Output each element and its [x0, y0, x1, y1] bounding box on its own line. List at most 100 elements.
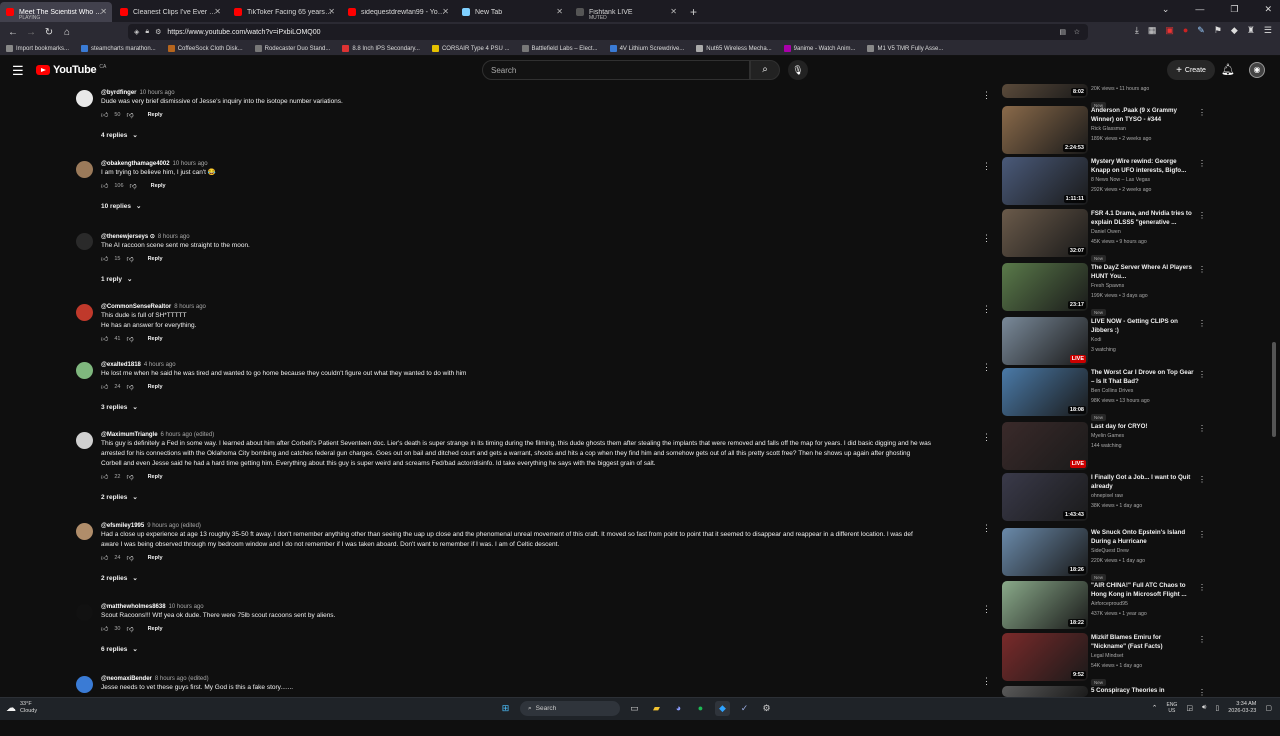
comment-author[interactable]: @neomaxiBender — [101, 676, 152, 682]
extensions-icon[interactable]: ▦ — [1148, 25, 1157, 36]
view-replies-button[interactable]: 6 replies ⌄ — [101, 645, 996, 654]
comment-more-icon[interactable]: ⋮ — [982, 233, 991, 244]
browser-tab[interactable]: New Tab ✕ — [456, 2, 568, 22]
comment-author[interactable]: @MaximumTriangle — [101, 432, 158, 438]
tab-close-icon[interactable]: ✕ — [328, 7, 335, 16]
video-more-icon[interactable]: ⋮ — [1198, 530, 1206, 539]
bookmark-item[interactable]: CoffeeSock Cloth Disk... — [167, 45, 243, 52]
video-channel[interactable]: SideQuest Drew — [1091, 546, 1195, 556]
app-icon[interactable]: ◆ — [715, 701, 730, 716]
view-replies-button[interactable]: 4 replies ⌄ — [101, 131, 996, 140]
video-more-icon[interactable]: ⋮ — [1198, 688, 1206, 697]
recommended-video[interactable]: 18:26 We Snuck Onto Epstein's Island Duri… — [1002, 528, 1208, 581]
video-channel[interactable]: Myelin Games — [1091, 431, 1195, 441]
thumbs-down-icon[interactable]: 👎︎ — [130, 181, 137, 190]
comment-time[interactable]: 4 hours ago — [144, 362, 176, 368]
view-replies-button[interactable]: 3 replies ⌄ — [101, 403, 996, 412]
view-replies-button[interactable]: 2 replies ⌄ — [101, 493, 996, 502]
settings-gear-icon[interactable]: ⚙ — [759, 701, 774, 716]
commenter-avatar[interactable] — [76, 604, 93, 621]
bookmark-item[interactable]: 4V Lithium Screwdrive... — [609, 45, 684, 52]
bookmark-star-icon[interactable]: ☆ — [1074, 28, 1080, 36]
video-thumbnail[interactable]: 23:17 — [1002, 263, 1088, 311]
commenter-avatar[interactable] — [76, 304, 93, 321]
thumbs-down-icon[interactable]: 👎︎ — [126, 334, 133, 343]
reply-button[interactable]: Reply — [148, 555, 163, 561]
video-thumbnail[interactable]: LIVE — [1002, 422, 1088, 470]
video-more-icon[interactable]: ⋮ — [1198, 475, 1206, 484]
bookmark-item[interactable]: 9anime - Watch Anim... — [783, 45, 855, 52]
video-title[interactable]: 5 Conspiracy Theories in — [1091, 686, 1195, 695]
address-bar[interactable]: ◈ 🔒︎ ⚙︎ https://www.youtube.com/watch?v=… — [128, 24, 1088, 40]
tab-close-icon[interactable]: ✕ — [100, 7, 107, 16]
commenter-avatar[interactable] — [76, 161, 93, 178]
close-window-button[interactable]: ✕ — [1264, 4, 1272, 15]
thumbs-down-icon[interactable]: 👎︎ — [126, 472, 133, 481]
view-replies-button[interactable]: 1 reply ⌄ — [101, 275, 996, 284]
thumbs-up-icon[interactable]: 👍︎ — [101, 334, 108, 343]
video-more-icon[interactable]: ⋮ — [1198, 583, 1206, 592]
video-title[interactable]: FSR 4.1 Drama, and Nvidia tries to expla… — [1091, 209, 1195, 227]
weather-widget[interactable]: ☁ 33°F Cloudy — [6, 701, 37, 715]
lock-icon[interactable]: 🔒︎ — [145, 28, 149, 36]
downloads-icon[interactable]: ⤓ — [1135, 25, 1139, 36]
comment-time[interactable]: 9 hours ago (edited) — [147, 523, 201, 529]
video-title[interactable]: We Snuck Onto Epstein's Island During a … — [1091, 528, 1195, 546]
reply-button[interactable]: Reply — [151, 183, 166, 189]
video-channel[interactable]: ohnepixel raw — [1091, 491, 1195, 501]
video-thumbnail[interactable]: 9:52 — [1002, 633, 1088, 681]
menu-icon[interactable]: ☰ — [1264, 25, 1272, 36]
recommended-video[interactable]: 2:24:53 Anderson .Paak (9 x Grammy Winner… — [1002, 106, 1208, 156]
recommended-video[interactable]: 18:22 "AIR CHINA!" Full ATC Chaos to Hong… — [1002, 581, 1208, 631]
search-input[interactable]: Search — [482, 60, 750, 80]
spotify-icon[interactable]: ● — [693, 701, 708, 716]
video-thumbnail[interactable] — [1002, 686, 1088, 697]
comment-author[interactable]: @matthewholmes8638 — [101, 604, 166, 610]
search-button[interactable]: ⌕ — [750, 60, 780, 80]
file-explorer-icon[interactable]: ▰ — [649, 701, 664, 716]
recommended-video[interactable]: 1:43:43 I Finally Got a Job... I want to … — [1002, 473, 1208, 523]
bookmark-item[interactable]: Battlefield Labs – Elect... — [521, 45, 598, 52]
extension-icon[interactable]: ⚑ — [1214, 25, 1222, 36]
tracking-shield-icon[interactable]: ◈ — [134, 28, 139, 36]
comment-time[interactable]: 8 hours ago (edited) — [155, 676, 209, 682]
video-thumbnail[interactable]: LIVE — [1002, 317, 1088, 365]
video-thumbnail[interactable]: 18:08 — [1002, 368, 1088, 416]
new-tab-button[interactable]: + — [690, 5, 697, 19]
bookmark-item[interactable]: 8.8 Inch IPS Secondary... — [342, 45, 420, 52]
video-thumbnail[interactable]: 8:02 — [1002, 84, 1088, 98]
bookmark-item[interactable]: M1 V5 TMR Fully Asse... — [867, 45, 943, 52]
thumbs-down-icon[interactable]: 👎︎ — [126, 110, 133, 119]
hamburger-menu-icon[interactable]: ☰ — [12, 63, 24, 79]
thumbs-up-icon[interactable]: 👍︎ — [101, 254, 108, 263]
video-thumbnail[interactable]: 32:07 — [1002, 209, 1088, 257]
video-more-icon[interactable]: ⋮ — [1198, 159, 1206, 168]
browser-tab[interactable]: TikToker Facing 65 years in Pri✕ — [228, 2, 340, 22]
video-channel[interactable]: 8 News Now – Las Vegas — [1091, 175, 1195, 185]
video-title[interactable]: Mystery Wire rewind: George Knapp on UFO… — [1091, 157, 1195, 175]
video-channel[interactable]: Legal Mindset — [1091, 651, 1195, 661]
notification-icon[interactable]: ▢ — [1265, 704, 1272, 712]
video-title[interactable]: Anderson .Paak (9 x Grammy Winner) on TY… — [1091, 106, 1195, 124]
reload-icon[interactable]: ↻ — [40, 27, 58, 38]
view-replies-button[interactable]: 10 replies ⌄ — [101, 202, 996, 211]
steam-icon[interactable]: ✓ — [737, 701, 752, 716]
battery-icon[interactable]: ▯ — [1215, 704, 1219, 712]
tab-close-icon[interactable]: ✕ — [214, 7, 221, 16]
bookmark-item[interactable]: Import bookmarks... — [6, 45, 69, 52]
recommended-video[interactable]: LIVE LIVE NOW - Getting CLIPS on Jibbers … — [1002, 317, 1208, 367]
commenter-avatar[interactable] — [76, 523, 93, 540]
comment-time[interactable]: 10 hours ago — [140, 90, 175, 96]
scrollbar-thumb[interactable] — [1272, 342, 1276, 437]
comment-more-icon[interactable]: ⋮ — [982, 161, 991, 172]
extension-icon[interactable]: ● — [1183, 25, 1188, 36]
tray-overflow-icon[interactable]: ⌃ — [1152, 704, 1158, 712]
video-title[interactable]: LIVE NOW - Getting CLIPS on Jibbers :) — [1091, 317, 1195, 335]
comment-author[interactable]: @byrdfinger — [101, 90, 137, 96]
thumbs-up-icon[interactable]: 👍︎ — [101, 553, 108, 562]
comment-time[interactable]: 10 hours ago — [173, 161, 208, 167]
permissions-icon[interactable]: ⚙︎ — [155, 28, 161, 36]
browser-tab[interactable]: Fishtank LIVE MUTED ✕ — [570, 2, 682, 22]
recommended-video[interactable]: 1:11:11 Mystery Wire rewind: George Knapp… — [1002, 157, 1208, 207]
video-title[interactable]: The DayZ Server Where AI Players HUNT Yo… — [1091, 263, 1195, 281]
